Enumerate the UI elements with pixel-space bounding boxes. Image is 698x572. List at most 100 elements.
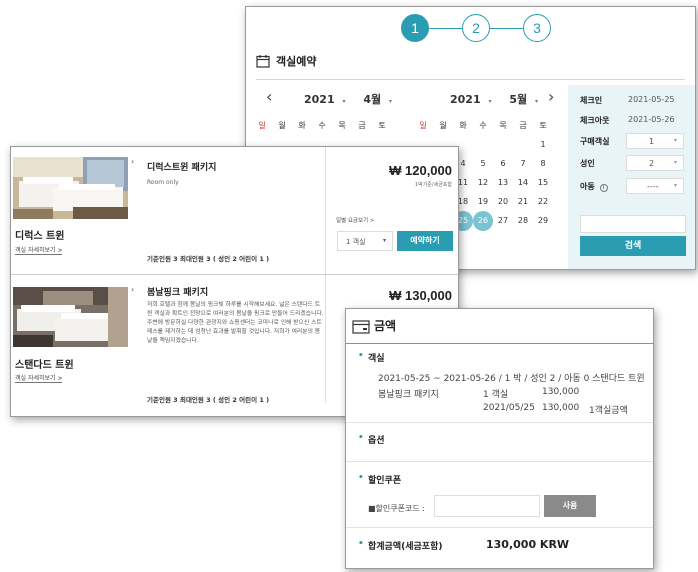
room-detail-link-text[interactable]: 객실 자세히보기 > <box>15 247 63 255</box>
room-photo[interactable] <box>13 157 128 219</box>
weekday-label: 토 <box>539 121 547 130</box>
room-section-title: 객실 <box>358 351 384 364</box>
calendar-day[interactable]: 28 <box>513 211 533 231</box>
children-label-text: 아동 <box>580 182 595 191</box>
step-1[interactable]: 1 <box>401 14 429 42</box>
weekday-label: 토 <box>378 121 386 130</box>
calendar-day[interactable]: 19 <box>473 192 493 212</box>
room-summary-line: 2021-05-25 ~ 2021-05-26 / 1 박 / 성인 2 / 아… <box>378 374 645 384</box>
calendar-day[interactable]: 29 <box>533 211 553 231</box>
room-detail-link[interactable]: 객실 자세히보기 > <box>15 245 63 255</box>
package-capacity: 기준인원 3 최대인원 3 ( 성인 2 어린이 1 ) <box>147 255 270 263</box>
coupon-code-label: ■할인쿠폰코드 : <box>368 504 425 513</box>
divider <box>256 79 685 80</box>
page-title: 객실예약 <box>256 53 316 71</box>
divider <box>346 461 653 462</box>
calendar-day[interactable]: 20 <box>493 192 513 212</box>
step-2[interactable]: 2 <box>462 14 490 42</box>
chevron-down-icon: ▾ <box>673 182 677 189</box>
chevron-down-icon: ▾ <box>388 98 392 105</box>
step-3[interactable]: 3 <box>523 14 551 42</box>
chevron-down-icon: ▾ <box>488 98 492 105</box>
divider <box>325 147 326 275</box>
children-select-value: ---- <box>647 182 659 191</box>
weekday-label: 월 <box>439 121 447 130</box>
weekday-label: 수 <box>479 121 487 130</box>
calendar-day[interactable]: 12 <box>473 173 493 193</box>
checkout-label: 체크아웃 <box>580 116 610 125</box>
package-description: 저희 호텔과 함께 봄날의 핑크빛 하루를 시작해보세요. 넓은 스탠다드 트윈… <box>147 302 324 344</box>
chevron-down-icon: ▾ <box>673 159 677 166</box>
calendar-day[interactable]: 6 <box>493 154 513 174</box>
checkout-value: 2021-05-26 <box>628 115 675 124</box>
reserve-button[interactable]: 예약하기 <box>397 231 453 251</box>
divider <box>346 343 653 344</box>
room-name: 스탠다드 트윈 <box>15 360 74 371</box>
room-detail-link-text[interactable]: 객실 자세히보기 > <box>15 375 63 383</box>
chevron-right-icon[interactable]: › <box>131 157 134 166</box>
room-detail-link[interactable]: 객실 자세히보기 > <box>15 373 63 383</box>
children-select[interactable]: ---- ▾ <box>626 178 684 194</box>
calendar-day[interactable]: 22 <box>533 192 553 212</box>
calendar-day[interactable]: 27 <box>493 211 513 231</box>
calendar-day[interactable]: 14 <box>513 173 533 193</box>
calendar-day[interactable]: 13 <box>493 173 513 193</box>
calendar-day[interactable]: 1 <box>533 135 553 155</box>
right-month[interactable]: 5월 <box>509 91 527 107</box>
weekday-label: 목 <box>499 121 507 130</box>
daily-rate-link[interactable]: 일별 요금보기 > <box>336 216 374 224</box>
rooms-label: 구매객실 <box>580 137 610 146</box>
right-year[interactable]: 2021 <box>450 93 481 106</box>
chevron-down-icon: ▾ <box>673 137 677 144</box>
left-month-selector[interactable]: 2021 ▾ 4월 ▾ <box>304 91 392 107</box>
package-name: 봄날핑크 패키지 <box>147 288 209 298</box>
calendar-day[interactable]: 5 <box>473 154 493 174</box>
step-connector <box>429 28 462 29</box>
calendar-day[interactable]: 7 <box>513 154 533 174</box>
calendar-day[interactable]: 26 <box>473 211 493 231</box>
card-icon <box>352 319 370 338</box>
chevron-right-icon[interactable]: › <box>131 285 134 294</box>
calendar-icon <box>256 54 270 71</box>
stay-amount-label: 1객실금액 <box>589 406 628 416</box>
calendar-day[interactable]: 8 <box>533 154 553 174</box>
stay-date: 2021/05/25 <box>483 403 535 413</box>
left-month[interactable]: 4월 <box>363 91 381 107</box>
prev-month-chevron-icon[interactable]: ‹ <box>266 87 272 106</box>
summary-header: 금액 <box>346 309 653 341</box>
calendar-day[interactable]: 21 <box>513 192 533 212</box>
booking-options-panel: 체크인 2021-05-25 체크아웃 2021-05-26 구매객실 1 ▾ … <box>568 85 695 269</box>
weekday-label: 금 <box>519 121 527 130</box>
apply-coupon-button[interactable]: 사용 <box>544 495 596 517</box>
adults-select[interactable]: 2 ▾ <box>626 155 684 171</box>
step-connector <box>490 28 523 29</box>
children-label: 아동 i <box>580 181 608 192</box>
room-quantity-value: 1 객실 <box>346 238 366 246</box>
adults-label: 성인 <box>580 159 595 168</box>
promo-code-input[interactable] <box>580 215 686 233</box>
calendar-day[interactable]: 15 <box>533 173 553 193</box>
room-name: 디럭스 트윈 <box>15 231 65 242</box>
search-button[interactable]: 검색 <box>580 236 686 256</box>
weekday-label: 월 <box>278 121 286 130</box>
weekday-label: 일 <box>258 121 266 130</box>
booking-title-text: 객실예약 <box>276 55 317 68</box>
next-month-chevron-icon[interactable]: › <box>548 87 554 106</box>
room-package-name: 봄날핑크 패키지 <box>378 390 439 400</box>
rooms-select[interactable]: 1 ▾ <box>626 133 684 149</box>
left-year[interactable]: 2021 <box>304 93 335 106</box>
package-capacity: 기준인원 3 최대인원 3 ( 성인 2 어린이 1 ) <box>147 396 270 404</box>
rooms-select-value: 1 <box>649 137 655 146</box>
package-name: 디럭스트윈 패키지 <box>147 163 217 173</box>
divider <box>346 422 653 423</box>
right-month-selector[interactable]: 2021 ▾ 5월 ▾ <box>450 91 538 107</box>
room-photo[interactable] <box>13 287 128 347</box>
coupon-code-input[interactable] <box>434 495 540 517</box>
info-icon[interactable]: i <box>599 184 608 192</box>
room-quantity-select[interactable]: 1 객실 ▾ <box>337 231 393 251</box>
total-value: 130,000 KRW <box>486 538 570 551</box>
weekday-label: 목 <box>338 121 346 130</box>
price-summary-panel: 금액 객실 2021-05-25 ~ 2021-05-26 / 1 박 / 성인… <box>345 308 654 569</box>
room-quantity: 1 객실 <box>483 390 509 400</box>
summary-title: 금액 <box>374 319 397 333</box>
